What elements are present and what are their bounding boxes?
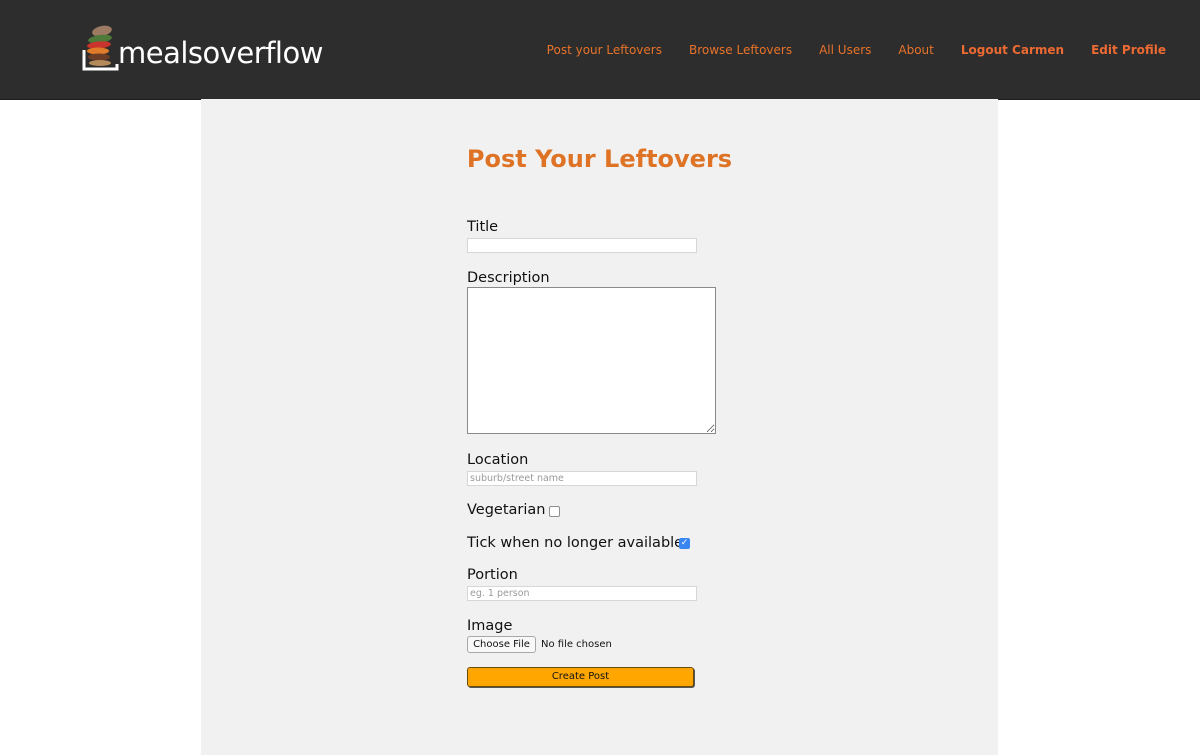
stacked-food-plate-icon (82, 25, 119, 71)
location-label: Location (467, 452, 529, 468)
choose-file-button[interactable]: Choose File (467, 636, 536, 653)
brand-name: mealsoverflow (118, 36, 323, 70)
create-post-button[interactable]: Create Post (467, 667, 694, 687)
vegetarian-checkbox[interactable] (549, 506, 560, 517)
vegetarian-label: Vegetarian (467, 502, 546, 518)
location-input[interactable] (467, 471, 697, 486)
nav-browse-leftovers[interactable]: Browse Leftovers (689, 41, 792, 59)
checkmark-icon: ✓ (680, 538, 689, 548)
nav-about[interactable]: About (898, 41, 933, 59)
portion-input[interactable] (467, 586, 697, 601)
file-status-text: No file chosen (541, 639, 612, 650)
nav-logout[interactable]: Logout Carmen (961, 41, 1064, 59)
title-label: Title (467, 219, 499, 235)
top-navbar: mealsoverflow Post your Leftovers Browse… (0, 0, 1200, 100)
unavailable-checkbox[interactable]: ✓ (679, 538, 690, 549)
unavailable-label: Tick when no longer available (467, 535, 684, 551)
portion-label: Portion (467, 567, 518, 583)
description-label: Description (467, 270, 550, 286)
main-content-panel: Post Your Leftovers Title Description Lo… (201, 99, 998, 755)
description-textarea[interactable] (467, 287, 716, 434)
nav-all-users[interactable]: All Users (819, 41, 871, 59)
brand-logo-link[interactable]: mealsoverflow (82, 24, 323, 72)
title-input[interactable] (467, 238, 697, 253)
nav-post-leftovers[interactable]: Post your Leftovers (547, 41, 662, 59)
image-label: Image (467, 618, 513, 634)
nav-edit-profile[interactable]: Edit Profile (1091, 41, 1166, 59)
page-title: Post Your Leftovers (466, 145, 733, 173)
main-nav: Post your Leftovers Browse Leftovers All… (520, 41, 1166, 59)
